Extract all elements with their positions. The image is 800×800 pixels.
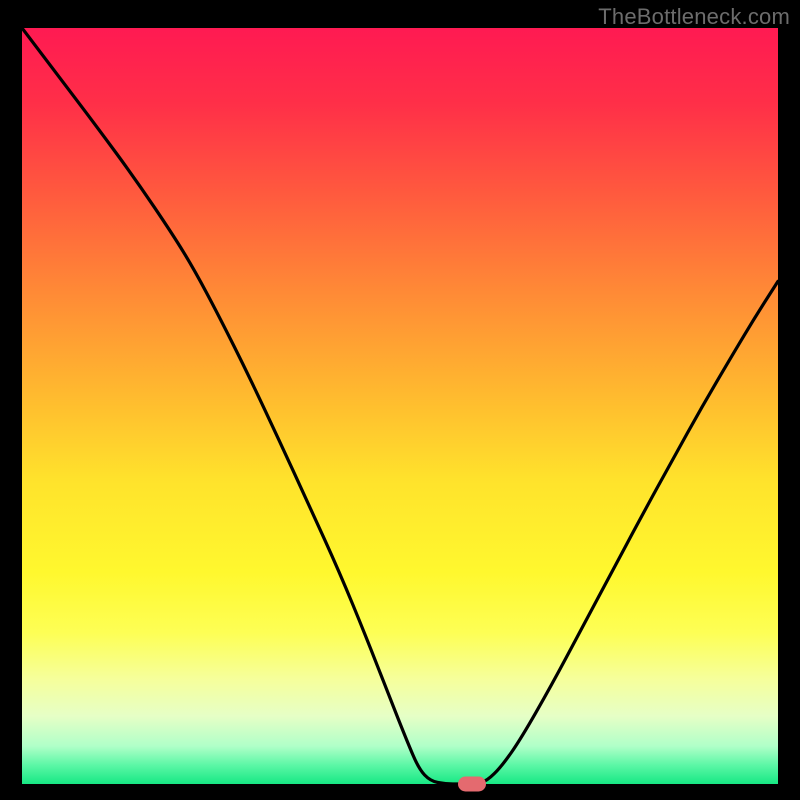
plot-area [22,28,778,784]
chart-frame: TheBottleneck.com [0,0,800,800]
gradient-background [22,28,778,784]
optimal-point-marker [458,777,486,792]
watermark-text: TheBottleneck.com [598,4,790,30]
chart-svg [22,28,778,784]
